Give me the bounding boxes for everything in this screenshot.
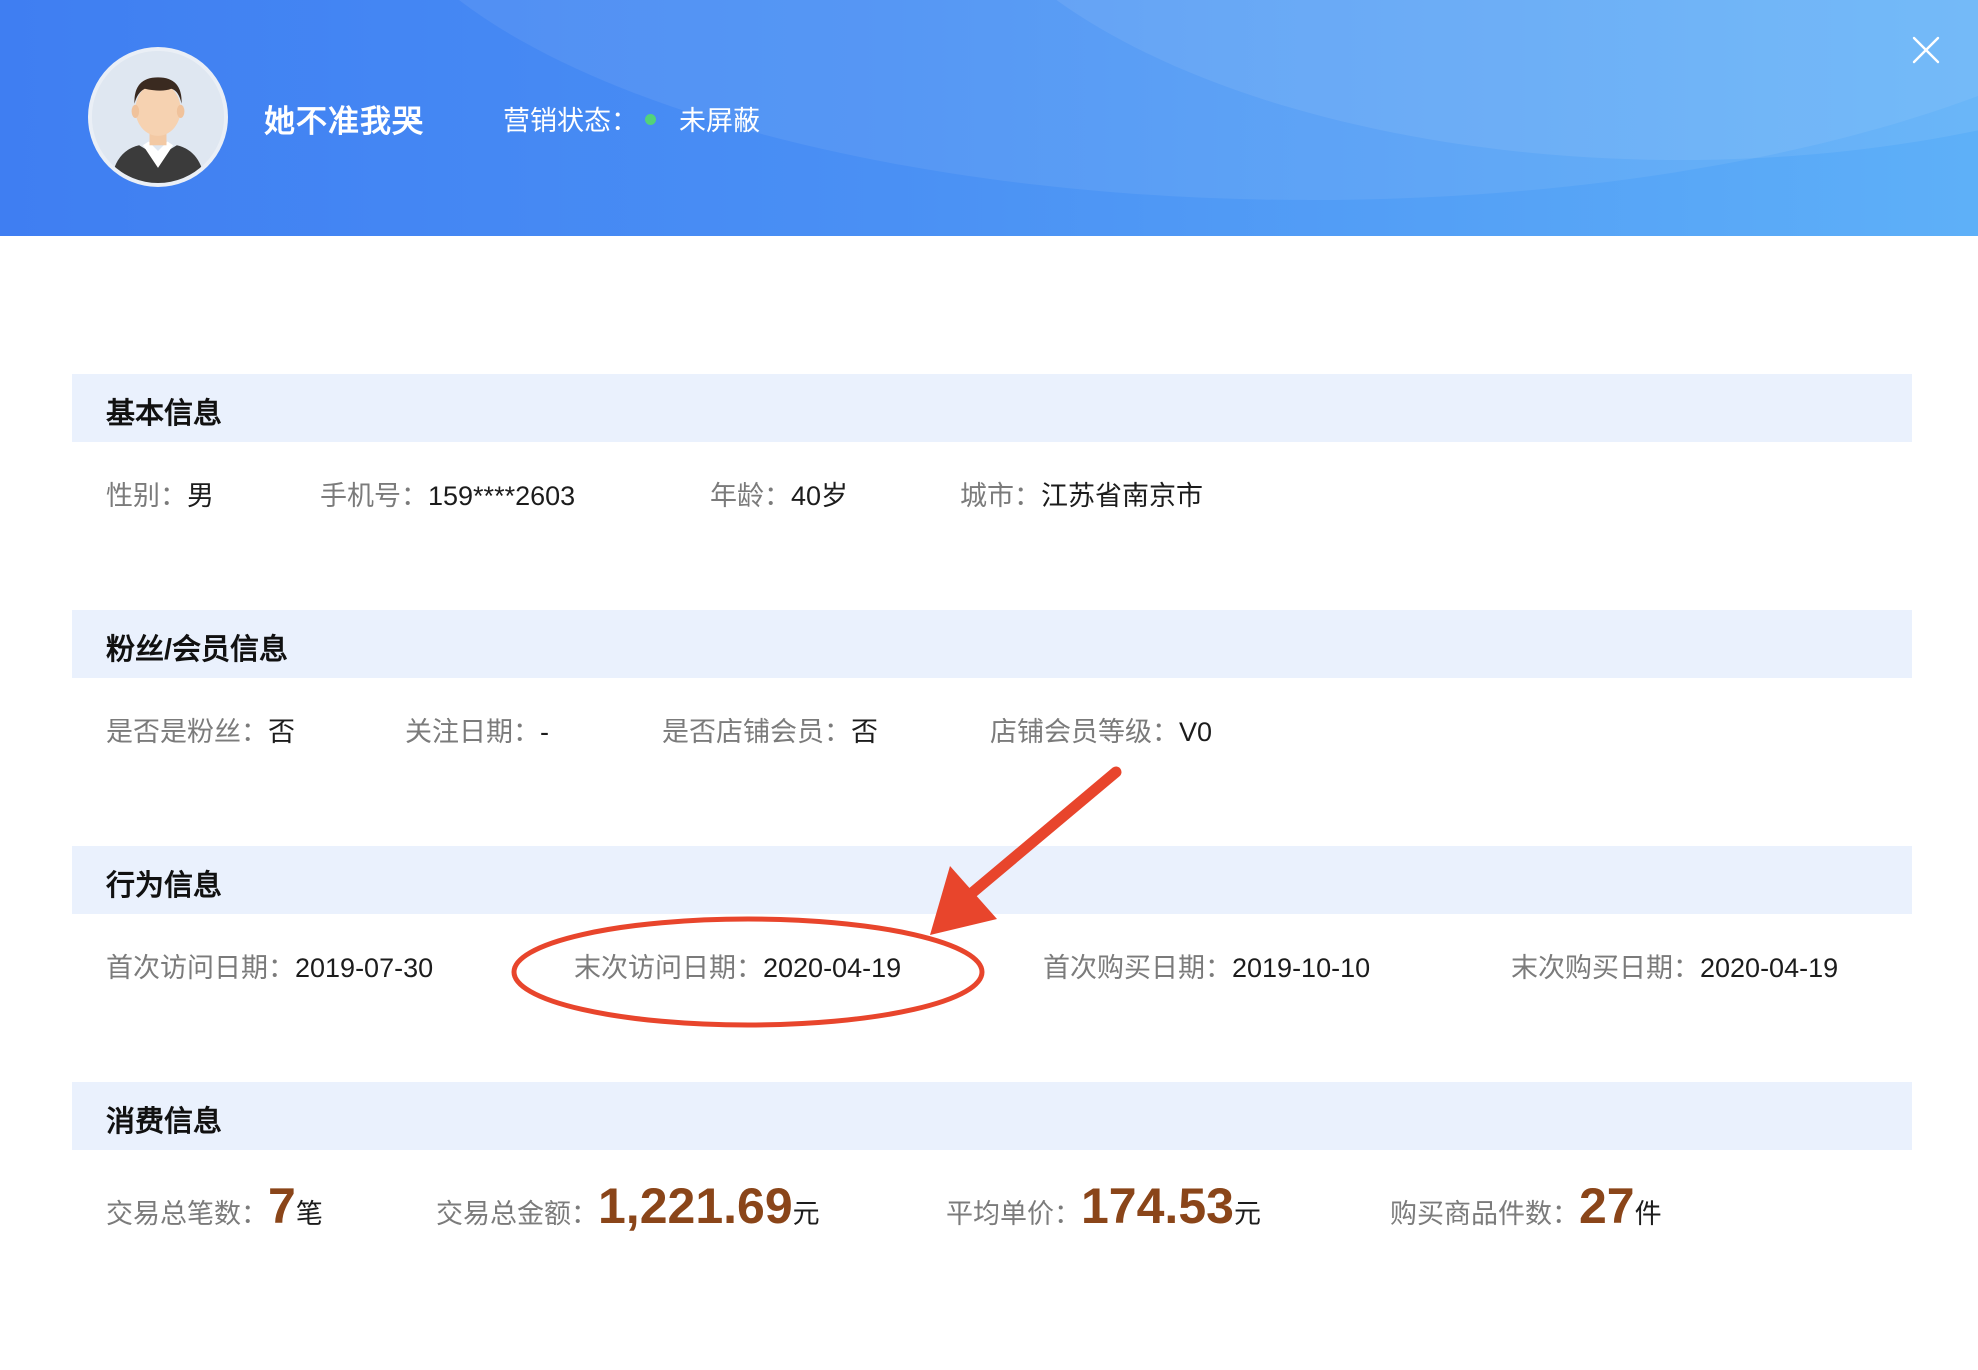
follow-date-field: 关注日期：- <box>405 714 549 750</box>
field-value: 2019-10-10 <box>1232 953 1371 983</box>
stat-unit: 元 <box>1233 1199 1261 1229</box>
field-label: 手机号： <box>320 481 428 511</box>
stat-value: 174.53 <box>1081 1178 1234 1234</box>
close-icon <box>1912 36 1940 64</box>
field-value: 男 <box>187 481 214 511</box>
marketing-status-value: 未屏蔽 <box>679 106 760 136</box>
is-member-field: 是否店铺会员：否 <box>662 714 878 750</box>
field-value: - <box>540 717 549 747</box>
close-button[interactable] <box>1910 34 1942 66</box>
status-dot-icon <box>645 114 656 125</box>
stat-unit: 笔 <box>295 1199 323 1229</box>
field-value: 否 <box>851 717 878 747</box>
field-label: 城市： <box>960 481 1041 511</box>
section-consumption-info: 消费信息 <box>72 1082 1912 1150</box>
field-label: 首次购买日期： <box>1043 953 1232 983</box>
gender-field: 性别：男 <box>106 478 214 514</box>
stat-label: 交易总金额： <box>436 1199 598 1229</box>
avatar <box>88 47 228 187</box>
field-label: 店铺会员等级： <box>990 717 1179 747</box>
last-purchase-field: 末次购买日期：2020-04-19 <box>1511 950 1838 986</box>
city-field: 城市：江苏省南京市 <box>960 478 1203 514</box>
section-title: 基本信息 <box>106 398 223 430</box>
field-label: 性别： <box>106 481 187 511</box>
stat-unit: 元 <box>792 1199 820 1229</box>
tx-amount-stat: 交易总金额：1,221.69元 <box>436 1176 820 1249</box>
section-fans-member-info: 粉丝/会员信息 <box>72 610 1912 678</box>
field-label: 是否店铺会员： <box>662 717 851 747</box>
stat-value: 7 <box>268 1178 296 1234</box>
section-basic-info: 基本信息 <box>72 374 1912 442</box>
field-label: 是否是粉丝： <box>106 717 268 747</box>
age-field: 年龄：40岁 <box>710 478 848 514</box>
field-value: 2019-07-30 <box>295 953 434 983</box>
section-title: 行为信息 <box>106 870 223 902</box>
field-label: 末次访问日期： <box>574 953 763 983</box>
field-label: 关注日期： <box>405 717 540 747</box>
user-nickname: 她不准我哭 <box>264 104 424 139</box>
last-visit-field: 末次访问日期：2020-04-19 <box>574 950 901 986</box>
field-value: 2020-04-19 <box>763 953 902 983</box>
stat-label: 购买商品件数： <box>1390 1199 1579 1229</box>
section-title: 粉丝/会员信息 <box>106 634 289 666</box>
field-label: 末次购买日期： <box>1511 953 1700 983</box>
stat-value: 1,221.69 <box>598 1178 793 1234</box>
first-purchase-field: 首次购买日期：2019-10-10 <box>1043 950 1370 986</box>
section-title: 消费信息 <box>106 1106 223 1138</box>
stat-value: 27 <box>1579 1178 1635 1234</box>
field-label: 年龄： <box>710 481 791 511</box>
is-fan-field: 是否是粉丝：否 <box>106 714 295 750</box>
user-avatar-icon <box>92 51 224 183</box>
profile-header: 她不准我哭 营销状态： 未屏蔽 <box>0 0 1978 236</box>
field-value: 159****2603 <box>428 481 576 511</box>
first-visit-field: 首次访问日期：2019-07-30 <box>106 950 433 986</box>
stat-label: 平均单价： <box>946 1199 1081 1229</box>
member-level-field: 店铺会员等级：V0 <box>990 714 1212 750</box>
field-value: 2020-04-19 <box>1700 953 1839 983</box>
field-value: V0 <box>1179 717 1213 747</box>
stat-unit: 件 <box>1634 1199 1662 1229</box>
field-value: 江苏省南京市 <box>1041 481 1203 511</box>
stat-label: 交易总笔数： <box>106 1199 268 1229</box>
phone-field: 手机号：159****2603 <box>320 478 575 514</box>
field-value: 否 <box>268 717 295 747</box>
section-behavior-info: 行为信息 <box>72 846 1912 914</box>
field-label: 首次访问日期： <box>106 953 295 983</box>
item-count-stat: 购买商品件数：27件 <box>1390 1176 1662 1249</box>
tx-count-stat: 交易总笔数：7笔 <box>106 1176 323 1249</box>
marketing-status-label: 营销状态： <box>503 106 638 136</box>
field-value: 40岁 <box>791 481 849 511</box>
avg-price-stat: 平均单价：174.53元 <box>946 1176 1261 1249</box>
